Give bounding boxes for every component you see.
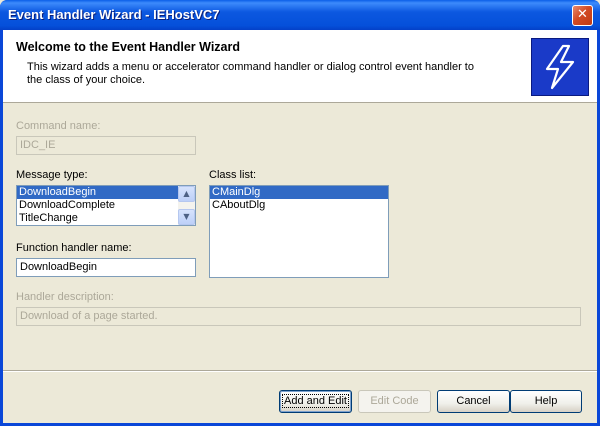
scroll-down-button[interactable]: ▼ — [178, 209, 195, 225]
class-list-label: Class list: — [209, 169, 257, 181]
command-name-label: Command name: — [16, 120, 101, 132]
message-type-item[interactable]: TitleChange — [17, 212, 195, 225]
help-label: Help — [534, 395, 558, 407]
class-list-item[interactable]: CAboutDlg — [210, 199, 388, 212]
message-type-item[interactable]: DownloadBegin — [17, 186, 195, 199]
dialog-body: Welcome to the Event Handler Wizard This… — [3, 30, 597, 423]
wizard-window: Event Handler Wizard - IEHostVC7 ✕ Welco… — [0, 0, 600, 426]
chevron-up-icon: ▲ — [183, 189, 190, 198]
scroll-up-button[interactable]: ▲ — [178, 186, 195, 202]
handler-description-field: Download of a page started. — [16, 307, 581, 326]
cancel-button[interactable]: Cancel — [437, 390, 510, 413]
add-and-edit-button[interactable]: Add and Edit — [279, 390, 352, 413]
message-type-item[interactable]: DownloadComplete — [17, 199, 195, 212]
cancel-label: Cancel — [456, 395, 491, 407]
message-type-list[interactable]: DownloadBegin DownloadComplete TitleChan… — [16, 185, 196, 226]
class-list-item[interactable]: CMainDlg — [210, 186, 388, 199]
header-title: Welcome to the Event Handler Wizard — [16, 40, 241, 54]
message-type-scrollbar[interactable]: ▲ ▼ — [178, 186, 195, 225]
help-button[interactable]: Help — [510, 390, 582, 413]
handler-description-label: Handler description: — [16, 291, 114, 303]
function-handler-input[interactable]: DownloadBegin — [16, 258, 196, 277]
lightning-bolt-icon — [531, 38, 589, 96]
header-description: This wizard adds a menu or accelerator c… — [27, 61, 474, 86]
edit-code-button[interactable]: Edit Code — [358, 390, 431, 413]
class-list[interactable]: CMainDlg CAboutDlg — [209, 185, 389, 278]
message-type-label: Message type: — [16, 169, 88, 181]
wizard-header: Welcome to the Event Handler Wizard This… — [3, 30, 597, 103]
footer-separator — [3, 370, 597, 372]
close-icon: ✕ — [577, 7, 588, 22]
edit-code-label: Edit Code — [370, 395, 419, 407]
chevron-down-icon: ▼ — [183, 212, 190, 221]
window-title: Event Handler Wizard - IEHostVC7 — [8, 7, 220, 22]
close-button[interactable]: ✕ — [572, 5, 593, 26]
function-handler-label: Function handler name: — [16, 242, 132, 254]
title-bar[interactable]: Event Handler Wizard - IEHostVC7 ✕ — [0, 0, 600, 30]
add-and-edit-label: Add and Edit — [282, 394, 349, 408]
command-name-field: IDC_IE — [16, 136, 196, 155]
